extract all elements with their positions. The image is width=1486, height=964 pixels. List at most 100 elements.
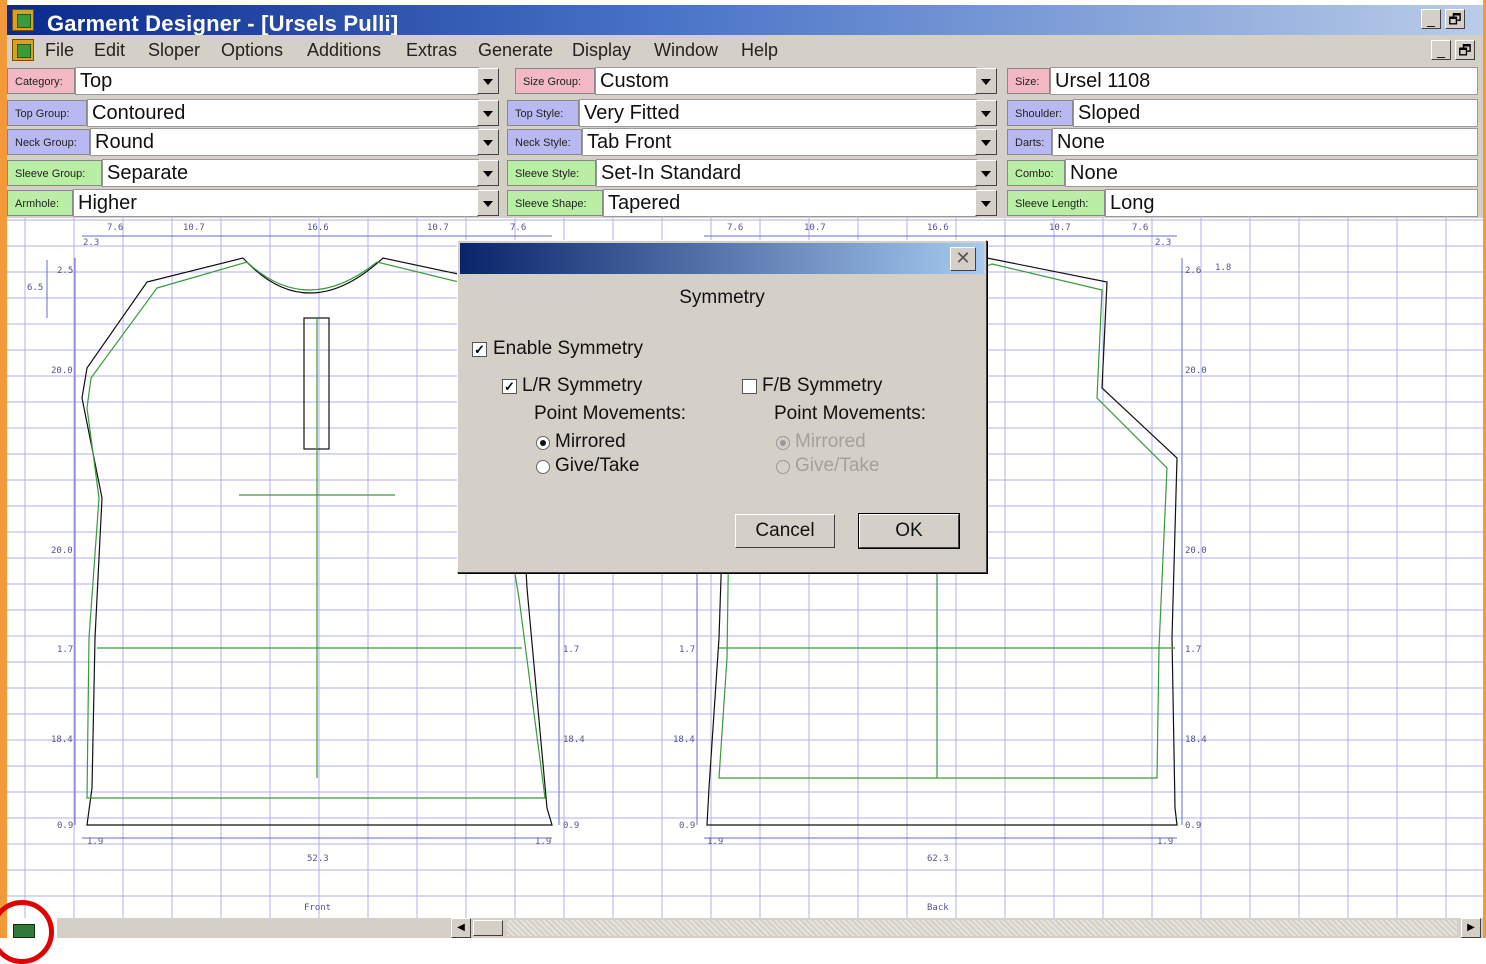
lr-mirrored-label[interactable]: Mirrored bbox=[555, 431, 626, 453]
mid-dim-1: 1.7 bbox=[563, 645, 579, 655]
neck-style-dropdown-button[interactable] bbox=[975, 129, 997, 155]
menu-window[interactable]: Window bbox=[654, 40, 718, 61]
neck-style-select[interactable]: Tab Front bbox=[582, 128, 977, 156]
fb-symmetry-label[interactable]: F/B Symmetry bbox=[762, 375, 882, 397]
left-dim-7: 0.9 bbox=[57, 821, 73, 831]
top-style-label: Top Style: bbox=[507, 100, 579, 126]
scroll-thumb[interactable] bbox=[473, 920, 503, 936]
document-icon[interactable] bbox=[12, 39, 34, 61]
left-dim-5: 1.7 bbox=[57, 645, 73, 655]
fb-givetake-radio bbox=[776, 460, 790, 474]
menu-sloper[interactable]: Sloper bbox=[148, 40, 200, 61]
minimize-button[interactable]: _ bbox=[1421, 9, 1441, 29]
size-group-select[interactable]: Custom bbox=[595, 67, 977, 95]
fb-mirrored-label: Mirrored bbox=[795, 431, 866, 452]
size-select[interactable]: Ursel 1108 bbox=[1050, 67, 1478, 95]
lr-mirrored-radio[interactable] bbox=[536, 436, 550, 450]
neck-style-label: Neck Style: bbox=[507, 129, 582, 155]
property-panel: Category: Top Size Group: Custom Size: U… bbox=[7, 65, 1483, 218]
neck-group-dropdown-button[interactable] bbox=[477, 129, 499, 155]
armhole-label: Armhole: bbox=[7, 190, 73, 216]
hem-dim-1: 1.9 bbox=[87, 837, 103, 847]
sleeve-group-dropdown-button[interactable] bbox=[477, 160, 499, 186]
right-dim-1: 2.6 bbox=[1185, 266, 1201, 276]
restore-button[interactable]: 🗗 bbox=[1445, 9, 1465, 29]
window-title: Garment Designer - [Ursels Pulli] bbox=[47, 11, 399, 36]
menu-options[interactable]: Options bbox=[221, 40, 283, 61]
top-dim-8: 16.6 bbox=[927, 223, 949, 233]
fb-symmetry-checkbox[interactable] bbox=[742, 379, 757, 394]
menu-display[interactable]: Display bbox=[572, 40, 631, 61]
darts-label: Darts: bbox=[1007, 129, 1052, 155]
taskbar-app-icon[interactable] bbox=[13, 924, 35, 938]
sleeve-style-select[interactable]: Set-In Standard bbox=[596, 159, 977, 187]
darts-select[interactable]: None bbox=[1052, 128, 1478, 156]
top-dim-9: 10.7 bbox=[1049, 223, 1071, 233]
scroll-right-icon[interactable]: ▶ bbox=[1461, 918, 1481, 938]
armhole-select[interactable]: Higher bbox=[73, 189, 479, 217]
sleeve-shape-dropdown-button[interactable] bbox=[975, 190, 997, 216]
menu-generate[interactable]: Generate bbox=[478, 40, 553, 61]
combo-select[interactable]: None bbox=[1065, 159, 1478, 187]
size-group-dropdown-button[interactable] bbox=[975, 68, 997, 94]
right-dim-6: 18.4 bbox=[1185, 735, 1207, 745]
lr-symmetry-checkbox[interactable]: ✓ bbox=[502, 379, 517, 394]
sleeve-style-label: Sleeve Style: bbox=[507, 160, 596, 186]
mdi-minimize-button[interactable]: _ bbox=[1431, 40, 1451, 60]
menu-bar: File Edit Sloper Options Additions Extra… bbox=[7, 35, 1483, 65]
category-select[interactable]: Top bbox=[75, 67, 479, 95]
right-dim-7: 0.9 bbox=[1185, 821, 1201, 831]
sleeve-style-dropdown-button[interactable] bbox=[975, 160, 997, 186]
armhole-dropdown-button[interactable] bbox=[477, 190, 499, 216]
mdi-restore-button[interactable]: 🗗 bbox=[1455, 40, 1475, 60]
menu-extras[interactable]: Extras bbox=[406, 40, 457, 61]
sleeve-length-select[interactable]: Long bbox=[1105, 189, 1478, 217]
top-dim-3: 16.6 bbox=[307, 223, 329, 233]
mid-dim-3: 0.9 bbox=[563, 821, 579, 831]
category-label: Category: bbox=[7, 68, 75, 94]
dialog-title-bar[interactable]: ✕ bbox=[460, 243, 984, 274]
mid-dim-4: 1.7 bbox=[679, 645, 695, 655]
sleeve-shape-select[interactable]: Tapered bbox=[603, 189, 977, 217]
mid-dim-2: 18.4 bbox=[563, 735, 585, 745]
shoulder-select[interactable]: Sloped bbox=[1073, 99, 1478, 127]
sleeve-group-label: Sleeve Group: bbox=[7, 160, 102, 186]
top-style-dropdown-button[interactable] bbox=[975, 100, 997, 126]
hem-dim-3: 1.9 bbox=[707, 837, 723, 847]
top-style-select[interactable]: Very Fitted bbox=[579, 99, 977, 127]
back-width-dim: 62.3 bbox=[927, 854, 949, 864]
scroll-track[interactable] bbox=[507, 920, 1457, 936]
neck-group-select[interactable]: Round bbox=[90, 128, 479, 156]
combo-label: Combo: bbox=[1007, 160, 1065, 186]
sleeve-shape-label: Sleeve Shape: bbox=[507, 190, 603, 216]
menu-additions[interactable]: Additions bbox=[307, 40, 381, 61]
lr-givetake-radio[interactable] bbox=[536, 460, 550, 474]
top-group-select[interactable]: Contoured bbox=[87, 99, 479, 127]
ok-button[interactable]: OK bbox=[858, 513, 960, 549]
sleeve-group-select[interactable]: Separate bbox=[102, 159, 479, 187]
menu-edit[interactable]: Edit bbox=[94, 40, 125, 61]
mid-dim-6: 0.9 bbox=[679, 821, 695, 831]
top-dim-1: 7.6 bbox=[107, 223, 123, 233]
front-width-dim: 52.3 bbox=[307, 854, 329, 864]
horizontal-scrollbar[interactable]: ◀ ▶ bbox=[57, 918, 1483, 938]
neck-group-label: Neck Group: bbox=[7, 129, 90, 155]
back-label: Back bbox=[927, 903, 949, 913]
category-dropdown-button[interactable] bbox=[477, 68, 499, 94]
right-dim-2: 1.8 bbox=[1215, 263, 1231, 273]
close-icon[interactable]: ✕ bbox=[950, 247, 976, 271]
enable-symmetry-checkbox[interactable]: ✓ bbox=[472, 342, 487, 357]
menu-file[interactable]: File bbox=[45, 40, 74, 61]
top-dim-6: 7.6 bbox=[727, 223, 743, 233]
cancel-button[interactable]: Cancel bbox=[735, 514, 835, 548]
lr-givetake-label[interactable]: Give/Take bbox=[555, 455, 639, 477]
top-group-dropdown-button[interactable] bbox=[477, 100, 499, 126]
title-bar[interactable]: Garment Designer - [Ursels Pulli] _ 🗗 bbox=[7, 5, 1483, 36]
lr-symmetry-label[interactable]: L/R Symmetry bbox=[522, 375, 642, 397]
menu-help[interactable]: Help bbox=[741, 40, 778, 61]
enable-symmetry-label[interactable]: Enable Symmetry bbox=[493, 338, 643, 360]
size-label: Size: bbox=[1007, 68, 1050, 94]
top-dim-2: 10.7 bbox=[183, 223, 205, 233]
scroll-left-icon[interactable]: ◀ bbox=[451, 918, 471, 938]
mid-dim-5: 18.4 bbox=[673, 735, 695, 745]
